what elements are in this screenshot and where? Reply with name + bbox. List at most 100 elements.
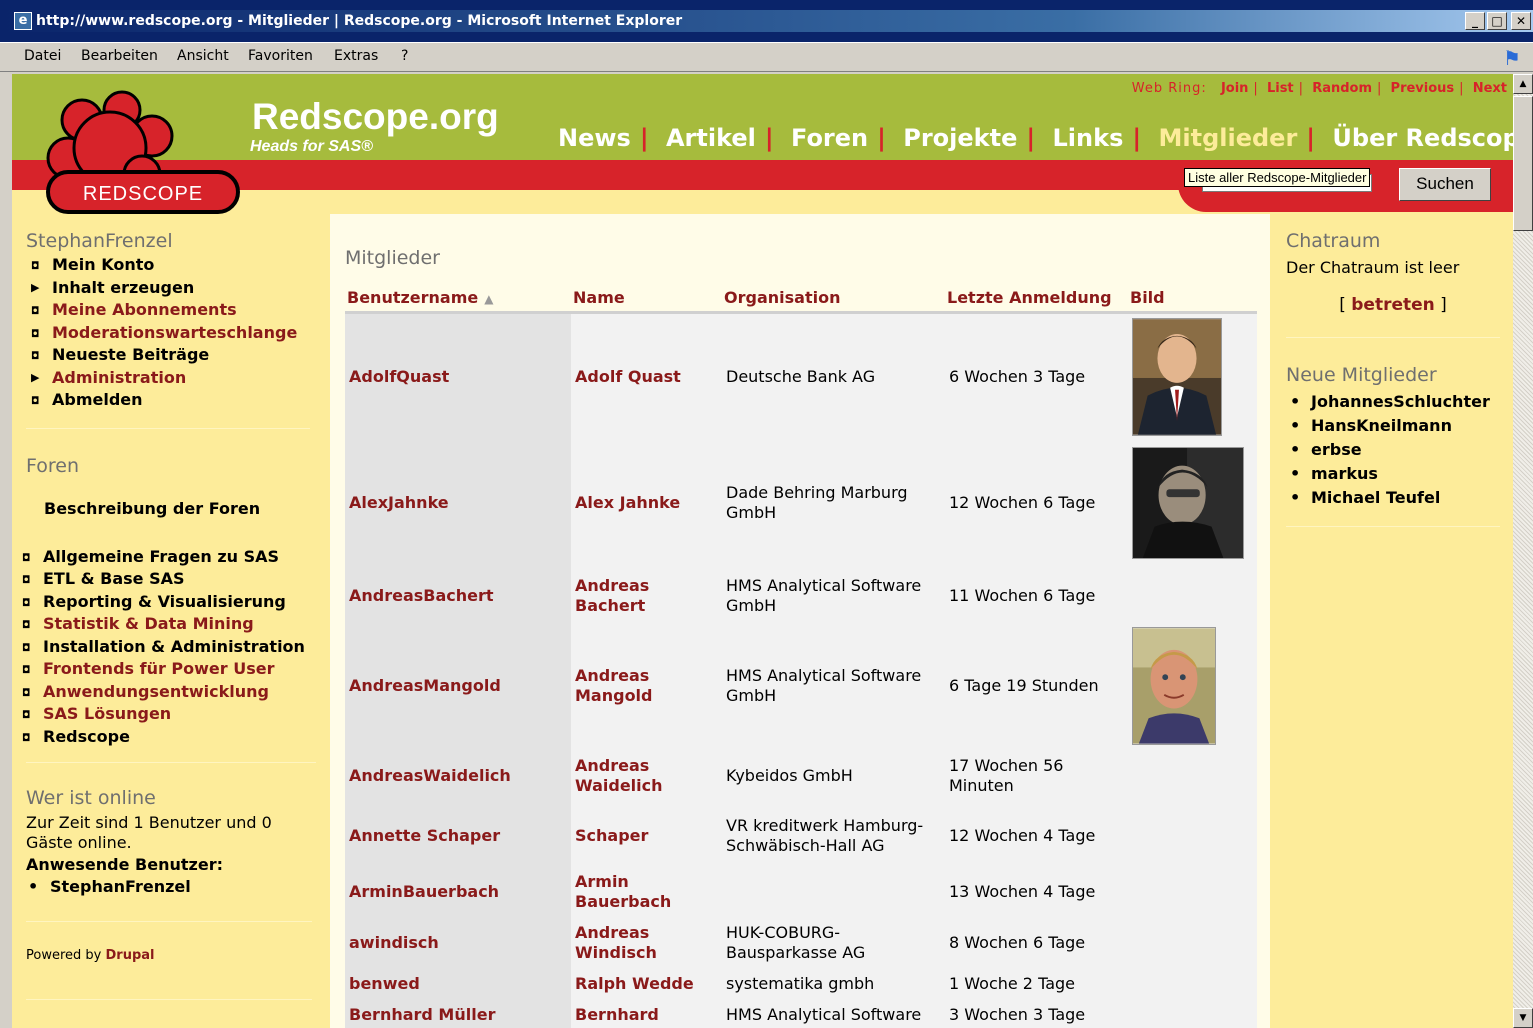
user-menu-item-label[interactable]: Neueste Beiträge	[52, 345, 209, 364]
nav-artikel[interactable]: Artikel	[666, 124, 756, 152]
webring-previous-link[interactable]: Previous	[1391, 81, 1455, 96]
user-menu-item-label[interactable]: Mein Konto	[52, 255, 154, 274]
forum-list-item-label[interactable]: SAS Lösungen	[43, 704, 171, 723]
vertical-scrollbar[interactable]: ▲ ▼	[1513, 74, 1533, 1028]
new-member-item[interactable]: • erbse	[1286, 438, 1500, 462]
forum-list-item[interactable]: ◘ Redscope	[22, 726, 326, 749]
name-link[interactable]: Andreas Windisch	[575, 923, 657, 962]
menu-favoriten[interactable]: Favoriten	[248, 48, 313, 64]
username-link[interactable]: Bernhard Müller	[349, 1005, 495, 1024]
forum-list-item-label[interactable]: Statistik & Data Mining	[43, 614, 254, 633]
new-member-item[interactable]: • markus	[1286, 462, 1500, 486]
new-member-link[interactable]: JohannesSchluchter	[1311, 392, 1490, 411]
name-link[interactable]: Schaper	[575, 826, 648, 845]
user-menu-item-label[interactable]: Abmelden	[52, 390, 143, 409]
forum-list-item-label[interactable]: Reporting & Visualisierung	[43, 592, 286, 611]
maximize-button[interactable]: □	[1487, 12, 1507, 30]
online-user-item[interactable]: • StephanFrenzel	[26, 876, 326, 899]
menu-ansicht[interactable]: Ansicht	[177, 48, 229, 64]
menu-extras[interactable]: Extras	[334, 48, 378, 64]
forum-list-item-label[interactable]: ETL & Base SAS	[43, 569, 185, 588]
user-menu-item[interactable]: ◘ Mein Konto	[26, 254, 326, 277]
user-menu-item[interactable]: ▶ Administration	[26, 367, 326, 390]
new-member-link[interactable]: markus	[1311, 464, 1378, 483]
user-menu-item[interactable]: ◘ Moderationswarteschlange	[26, 322, 326, 345]
user-menu-item[interactable]: ◘ Neueste Beiträge	[26, 344, 326, 367]
nav-ueber-redscope[interactable]: Über Redscope	[1332, 124, 1513, 152]
user-menu-item[interactable]: ▶ Inhalt erzeugen	[26, 277, 326, 300]
new-member-link[interactable]: HansKneilmann	[1311, 416, 1452, 435]
name-link[interactable]: Andreas Bachert	[575, 576, 649, 615]
new-member-item[interactable]: • Michael Teufel	[1286, 486, 1500, 510]
col-letzte-anmeldung[interactable]: Letzte Anmeldung	[945, 284, 1128, 314]
username-link[interactable]: ArminBauerbach	[349, 882, 499, 901]
forum-list-item[interactable]: ◘ Allgemeine Fragen zu SAS	[22, 546, 326, 569]
scrollbar-thumb[interactable]	[1513, 96, 1533, 231]
online-user-link[interactable]: StephanFrenzel	[50, 877, 191, 896]
username-link[interactable]: AndreasBachert	[349, 586, 494, 605]
avatar[interactable]	[1132, 447, 1244, 559]
forum-list-item[interactable]: ◘ SAS Lösungen	[22, 703, 326, 726]
drupal-link[interactable]: Drupal	[106, 948, 155, 963]
new-member-link[interactable]: erbse	[1311, 440, 1362, 459]
name-link[interactable]: Ralph Wedde	[575, 974, 694, 993]
avatar[interactable]	[1132, 627, 1216, 745]
site-name[interactable]: Redscope.org	[252, 96, 499, 138]
webring-next-link[interactable]: Next	[1473, 81, 1507, 96]
nav-links[interactable]: Links	[1053, 124, 1124, 152]
close-button[interactable]: ✕	[1511, 12, 1531, 30]
user-menu-item-label[interactable]: Meine Abonnements	[52, 300, 237, 319]
username-link[interactable]: AndreasWaidelich	[349, 766, 511, 785]
name-link[interactable]: Bernhard	[575, 1005, 659, 1024]
redscope-logo[interactable]: REDSCOPE	[40, 86, 240, 216]
forum-list-item[interactable]: ◘ Installation & Administration	[22, 636, 326, 659]
forum-list-item-label[interactable]: Anwendungsentwicklung	[43, 682, 269, 701]
user-menu-item-label[interactable]: Moderationswarteschlange	[52, 323, 297, 342]
chat-join-link[interactable]: betreten	[1351, 295, 1435, 315]
username-link[interactable]: benwed	[349, 974, 420, 993]
minimize-button[interactable]: _	[1465, 12, 1485, 30]
scroll-up-arrow-icon[interactable]: ▲	[1513, 74, 1533, 94]
forums-description-link[interactable]: Beschreibung der Foren	[44, 499, 326, 518]
col-benutzername[interactable]: Benutzername ▲	[345, 284, 571, 314]
forum-list-item-label[interactable]: Redscope	[43, 727, 130, 746]
name-link[interactable]: Adolf Quast	[575, 367, 681, 386]
name-link[interactable]: Armin Bauerbach	[575, 872, 671, 911]
new-member-item[interactable]: • JohannesSchluchter	[1286, 390, 1500, 414]
col-organisation[interactable]: Organisation	[722, 284, 945, 314]
menu-bearbeiten[interactable]: Bearbeiten	[81, 48, 158, 64]
search-button[interactable]: Suchen	[1399, 168, 1491, 201]
col-name[interactable]: Name	[571, 284, 722, 314]
forum-list-item[interactable]: ◘ ETL & Base SAS	[22, 568, 326, 591]
webring-list-link[interactable]: List	[1267, 81, 1294, 96]
username-link[interactable]: AndreasMangold	[349, 676, 501, 695]
user-menu-item-label[interactable]: Administration	[52, 368, 186, 387]
avatar[interactable]	[1132, 317, 1222, 436]
nav-projekte[interactable]: Projekte	[903, 124, 1017, 152]
nav-foren[interactable]: Foren	[791, 124, 868, 152]
webring-join-link[interactable]: Join	[1221, 81, 1248, 96]
name-link[interactable]: Alex Jahnke	[575, 493, 680, 512]
forum-list-item-label[interactable]: Installation & Administration	[43, 637, 305, 656]
nav-news[interactable]: News	[558, 124, 631, 152]
user-menu-item-label[interactable]: Inhalt erzeugen	[52, 278, 194, 297]
new-member-item[interactable]: • HansKneilmann	[1286, 414, 1500, 438]
forum-list-item[interactable]: ◘ Anwendungsentwicklung	[22, 681, 326, 704]
forum-list-item-label[interactable]: Allgemeine Fragen zu SAS	[43, 547, 279, 566]
scroll-down-arrow-icon[interactable]: ▼	[1513, 1008, 1533, 1028]
username-link[interactable]: Annette Schaper	[349, 826, 500, 845]
new-member-link[interactable]: Michael Teufel	[1311, 488, 1440, 507]
name-link[interactable]: Andreas Mangold	[575, 666, 653, 705]
forum-list-item-label[interactable]: Frontends für Power User	[43, 659, 275, 678]
menu-datei[interactable]: Datei	[24, 48, 61, 64]
menu-help[interactable]: ?	[401, 48, 408, 64]
webring-random-link[interactable]: Random	[1312, 81, 1372, 96]
name-link[interactable]: Andreas Waidelich	[575, 756, 663, 795]
nav-mitglieder[interactable]: Mitglieder	[1159, 124, 1298, 152]
user-menu-item[interactable]: ◘ Meine Abonnements	[26, 299, 326, 322]
forum-list-item[interactable]: ◘ Reporting & Visualisierung	[22, 591, 326, 614]
forum-list-item[interactable]: ◘ Statistik & Data Mining	[22, 613, 326, 636]
forum-list-item[interactable]: ◘ Frontends für Power User	[22, 658, 326, 681]
user-menu-item[interactable]: ◘ Abmelden	[26, 389, 326, 412]
username-link[interactable]: awindisch	[349, 933, 439, 952]
